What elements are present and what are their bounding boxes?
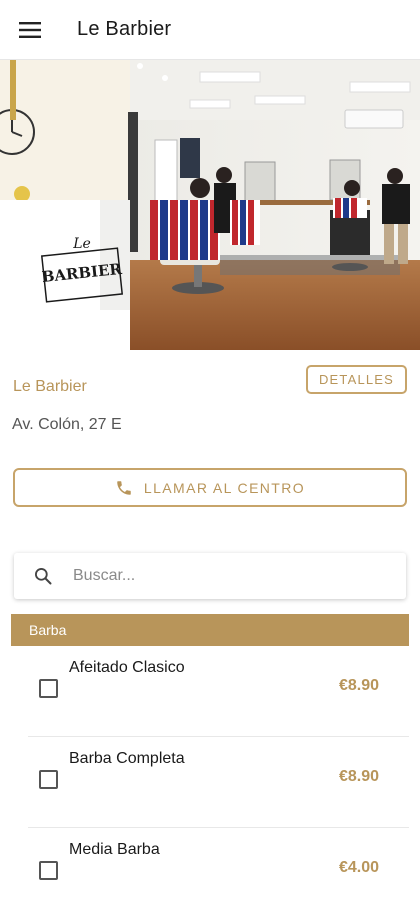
service-name: Barba Completa	[69, 750, 185, 767]
logo-le-text: Le	[72, 236, 91, 252]
service-checkbox[interactable]	[39, 770, 58, 789]
service-price: €8.90	[338, 677, 379, 694]
call-center-label: LLAMAR AL CENTRO	[143, 479, 306, 496]
service-name: Afeitado Clasico	[69, 659, 185, 676]
search-bar	[14, 553, 406, 599]
app-bar: Le Barbier	[0, 0, 420, 60]
call-center-button[interactable]: LLAMAR AL CENTRO	[13, 468, 407, 507]
service-item[interactable]: Barba Completa €8.90	[28, 737, 409, 828]
service-price: €8.90	[338, 768, 379, 785]
shop-photo: Le BARBIER	[0, 60, 420, 350]
service-checkbox[interactable]	[39, 679, 58, 698]
shop-address: Av. Colón, 27 E	[12, 416, 122, 433]
service-name: Media Barba	[69, 841, 160, 858]
service-item[interactable]: Afeitado Clasico €8.90	[28, 646, 409, 737]
search-icon	[35, 568, 52, 585]
hamburger-menu-icon	[19, 21, 41, 38]
service-price: €4.00	[338, 859, 379, 876]
service-checkbox[interactable]	[39, 861, 58, 880]
category-header: Barba	[11, 614, 409, 646]
details-button[interactable]: DETALLES	[306, 365, 407, 394]
service-item[interactable]: Media Barba €4.00	[28, 828, 409, 900]
search-input[interactable]	[73, 567, 373, 585]
menu-button[interactable]	[0, 0, 60, 60]
page-title: Le Barbier	[77, 18, 172, 40]
phone-icon	[117, 480, 131, 495]
shop-name: Le Barbier	[13, 378, 87, 395]
